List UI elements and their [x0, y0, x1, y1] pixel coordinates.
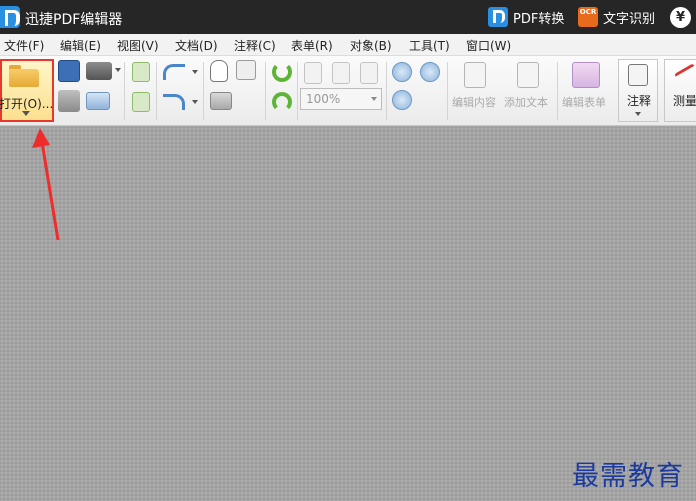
folder-icon: [9, 65, 39, 87]
ocr-icon: OCR: [578, 7, 598, 27]
chevron-down-icon[interactable]: [115, 68, 121, 72]
fit-width-icon[interactable]: [360, 62, 378, 84]
edit-form-label: 编辑表单: [562, 96, 606, 109]
chevron-down-icon[interactable]: [192, 100, 198, 104]
menu-bar: 文件(F) 编辑(E) 视图(V) 文档(D) 注释(C) 表单(R) 对象(B…: [0, 34, 696, 56]
red-arrow-annotation: [32, 128, 60, 241]
document-area[interactable]: [0, 127, 696, 501]
rotate-reverse-icon[interactable]: [272, 92, 292, 112]
annotate-icon: [628, 64, 648, 86]
menu-view[interactable]: 视图(V): [117, 37, 159, 54]
menu-form[interactable]: 表单(R): [291, 37, 333, 54]
chevron-down-icon[interactable]: [22, 111, 30, 116]
toolbar: 打开(O)... 100% 编辑内容 添加文本 编辑表单 注释 测量: [0, 56, 696, 126]
toolbar-separator: [297, 62, 298, 120]
add-text-icon: [517, 62, 539, 88]
toolbar-separator: [203, 62, 204, 120]
pdf-convert-icon: [488, 7, 508, 27]
toolbar-separator: [156, 62, 157, 120]
annotate-label: 注释: [627, 94, 652, 108]
arrow-head: [32, 128, 50, 148]
toolbar-separator: [265, 62, 266, 120]
measure-label: 测量: [673, 94, 696, 108]
menu-tools[interactable]: 工具(T): [409, 37, 450, 54]
arrow-shaft: [40, 141, 60, 241]
paste-icon[interactable]: [132, 92, 150, 112]
email-icon[interactable]: [86, 92, 110, 110]
annotate-button[interactable]: 注释: [618, 59, 658, 122]
open-button[interactable]: 打开(O)...: [0, 59, 54, 122]
toolbar-separator: [386, 62, 387, 120]
measure-button[interactable]: 测量: [664, 59, 696, 122]
select-text-icon[interactable]: [236, 60, 256, 80]
add-icon[interactable]: [392, 90, 412, 110]
zoom-out-icon[interactable]: [420, 62, 440, 82]
ocr-button[interactable]: OCR 文字识别: [578, 6, 655, 28]
redo-icon[interactable]: [163, 94, 185, 110]
copy-icon[interactable]: [132, 62, 150, 82]
edit-content-label: 编辑内容: [452, 96, 496, 109]
zoom-select[interactable]: 100%: [300, 88, 382, 110]
save-icon[interactable]: [58, 60, 80, 82]
menu-edit[interactable]: 编辑(E): [60, 37, 101, 54]
edit-form-icon: [572, 62, 600, 88]
app-logo-icon: [0, 6, 20, 28]
scanner-icon[interactable]: [86, 62, 112, 80]
pdf-convert-button[interactable]: PDF转换: [488, 6, 564, 28]
snapshot-icon[interactable]: [210, 92, 232, 110]
toolbar-separator: [557, 62, 558, 120]
pdf-convert-label: PDF转换: [513, 11, 565, 27]
menu-object[interactable]: 对象(B): [350, 37, 392, 54]
app-title: 迅捷PDF编辑器: [25, 12, 123, 28]
menu-comment[interactable]: 注释(C): [234, 37, 276, 54]
toolbar-separator: [124, 62, 125, 120]
yen-icon[interactable]: ¥: [670, 7, 691, 28]
edit-content-icon: [464, 62, 486, 88]
actual-size-icon[interactable]: [304, 62, 322, 84]
add-text-label: 添加文本: [504, 96, 548, 109]
fit-page-icon[interactable]: [332, 62, 350, 84]
toolbar-separator: [447, 62, 448, 120]
rotate-icon[interactable]: [272, 62, 292, 82]
zoom-value: 100%: [306, 92, 341, 106]
title-bar: 迅捷PDF编辑器 PDF转换 OCR 文字识别 ¥: [0, 0, 696, 34]
watermark: 最需教育: [572, 461, 684, 492]
undo-icon[interactable]: [163, 64, 185, 80]
zoom-in-icon[interactable]: [392, 62, 412, 82]
menu-window[interactable]: 窗口(W): [466, 37, 511, 54]
ruler-icon: [673, 63, 696, 83]
menu-document[interactable]: 文档(D): [175, 37, 218, 54]
chevron-down-icon[interactable]: [192, 70, 198, 74]
ocr-label: 文字识别: [603, 11, 656, 27]
open-label: 打开(O)...: [0, 97, 54, 111]
chevron-down-icon: [371, 97, 377, 101]
chevron-down-icon[interactable]: [635, 112, 641, 116]
menu-file[interactable]: 文件(F): [4, 37, 44, 54]
hand-icon[interactable]: [210, 60, 228, 82]
print-icon[interactable]: [58, 90, 80, 112]
